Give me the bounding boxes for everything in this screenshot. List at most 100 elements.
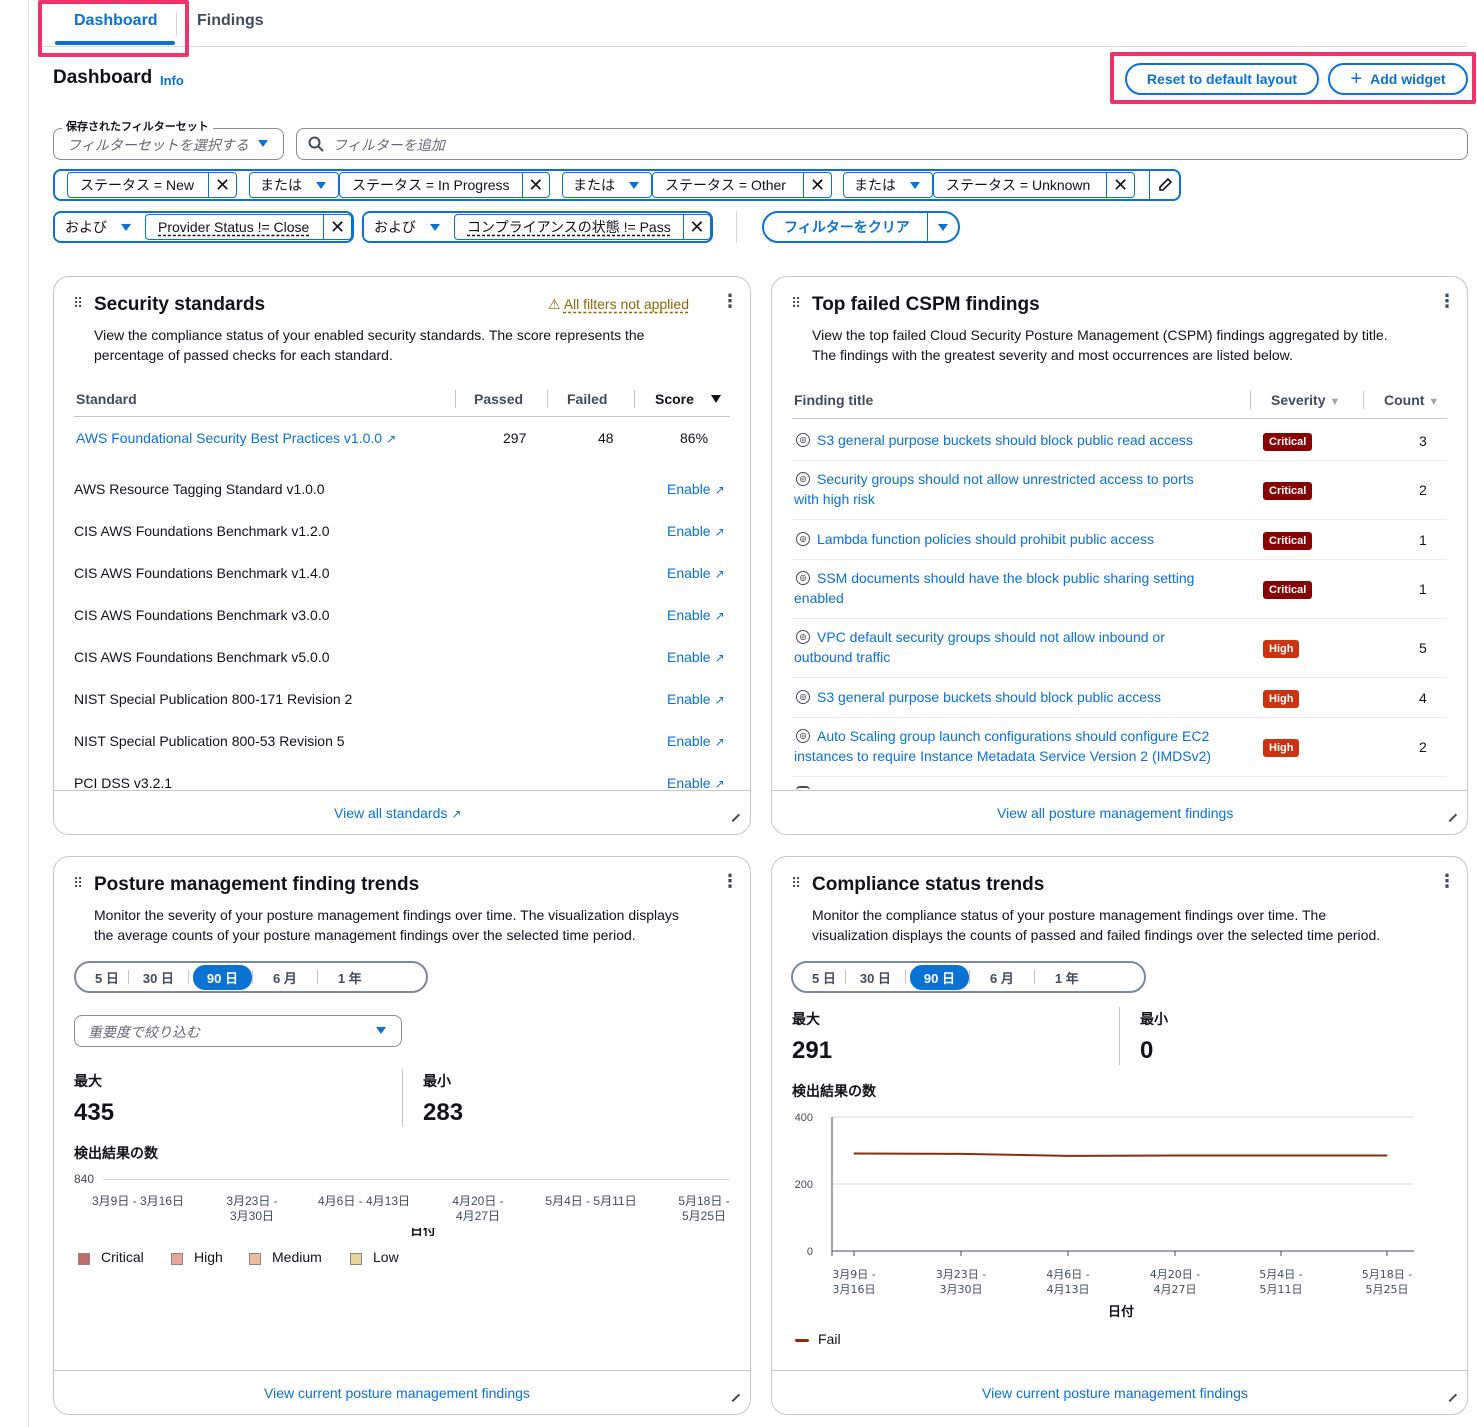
drag-handle-icon[interactable]: ⠿ xyxy=(73,296,83,310)
range-option-selected[interactable]: 90 日 xyxy=(192,964,252,990)
enable-label: Enable xyxy=(667,607,711,623)
range-option[interactable]: 1 年 xyxy=(1035,968,1099,987)
finding-title-link[interactable]: Auto Scaling group launch configurations… xyxy=(817,728,1209,744)
finding-title-link-cont[interactable]: enabled xyxy=(794,590,844,606)
range-option[interactable]: 30 日 xyxy=(846,968,905,987)
legend-label: Critical xyxy=(101,1249,144,1265)
enable-link[interactable]: Enable ↗ xyxy=(667,733,725,749)
finding-count: 5 xyxy=(1419,640,1427,656)
close-icon[interactable]: ✕ xyxy=(1106,173,1134,197)
finding-title-link-cont[interactable]: instances to require Instance Metadata S… xyxy=(794,748,1211,764)
description-line: Monitor the compliance status of your po… xyxy=(812,907,1327,923)
description-line: visualization displays the counts of pas… xyxy=(812,927,1381,943)
tab-findings[interactable]: Findings xyxy=(197,12,264,30)
finding-title-link[interactable]: Security groups should not allow unrestr… xyxy=(817,471,1194,487)
close-icon[interactable]: ✕ xyxy=(208,173,236,197)
more-options-icon[interactable]: ⋮ xyxy=(721,872,739,890)
close-icon[interactable]: ✕ xyxy=(521,173,549,197)
more-options-icon[interactable]: ⋮ xyxy=(721,292,739,310)
drag-handle-icon[interactable]: ⠿ xyxy=(73,876,83,890)
operator-select[interactable]: および xyxy=(55,214,145,240)
enable-link[interactable]: Enable ↗ xyxy=(667,691,725,707)
column-header-count[interactable]: Count ▼ xyxy=(1384,392,1439,408)
range-option[interactable]: 1 年 xyxy=(318,968,382,987)
standard-link[interactable]: AWS Foundational Security Best Practices… xyxy=(76,430,396,446)
more-options-icon[interactable]: ⋮ xyxy=(1438,872,1456,890)
card-footer-divider xyxy=(772,790,1467,791)
drag-handle-icon[interactable]: ⠿ xyxy=(791,296,801,310)
enable-link[interactable]: Enable ↗ xyxy=(667,775,725,791)
severity-filter-placeholder: 重要度で絞り込む xyxy=(88,1024,200,1040)
finding-title-link[interactable]: Lambda function policies should prohibit… xyxy=(817,531,1154,547)
view-all-posture-findings-link[interactable]: View all posture management findings xyxy=(997,805,1233,821)
edit-icon[interactable] xyxy=(1157,177,1173,193)
max-label: 最大 xyxy=(74,1073,102,1089)
operator-select[interactable]: または xyxy=(249,172,339,198)
warning-indicator[interactable]: ⚠ All filters not applied xyxy=(548,296,689,313)
close-icon[interactable]: ✕ xyxy=(323,215,351,239)
range-option-selected[interactable]: 90 日 xyxy=(909,964,969,990)
standard-name: CIS AWS Foundations Benchmark v3.0.0 xyxy=(74,607,330,623)
view-current-findings-link[interactable]: View current posture management findings xyxy=(264,1385,530,1401)
card-title: Posture management finding trends xyxy=(94,874,420,895)
range-option[interactable]: 30 日 xyxy=(129,968,188,987)
clear-filters-button[interactable]: フィルターをクリア xyxy=(762,211,960,243)
enable-link[interactable]: Enable ↗ xyxy=(667,649,725,665)
operator-select[interactable]: および xyxy=(364,214,454,240)
card-description: View the top failed Cloud Security Postu… xyxy=(812,325,1388,365)
time-range-segmented-control[interactable]: 5 日 30 日 90 日 6 月 1 年 xyxy=(791,961,1146,993)
standard-name: PCI DSS v3.2.1 xyxy=(74,775,173,791)
sort-desc-icon[interactable] xyxy=(711,395,721,403)
range-option[interactable]: 6 月 xyxy=(253,968,317,987)
range-option[interactable]: 5 日 xyxy=(86,968,128,987)
range-option[interactable]: 6 月 xyxy=(970,968,1034,987)
drag-handle-icon[interactable]: ⠿ xyxy=(791,876,801,890)
finding-title-link-cont[interactable]: with high risk xyxy=(794,491,875,507)
filter-token[interactable]: ステータス = Other ✕ xyxy=(652,172,832,198)
time-range-segmented-control[interactable]: 5 日 30 日 90 日 6 月 1 年 xyxy=(74,961,428,993)
column-header-severity[interactable]: Severity ▼ xyxy=(1271,392,1340,408)
finding-title-link[interactable]: SSM documents should have the block publ… xyxy=(817,570,1194,586)
data-point xyxy=(1174,1155,1176,1157)
enable-link[interactable]: Enable ↗ xyxy=(667,607,725,623)
row-divider xyxy=(792,460,1447,461)
globe-icon: ◎ xyxy=(796,690,810,704)
x-axis-tick-label: 5月18日 -5月25日 xyxy=(678,1194,730,1223)
column-header-score[interactable]: Score xyxy=(655,391,694,407)
external-link-icon: ↗ xyxy=(714,525,725,539)
filterset-label: 保存されたフィルターセット xyxy=(62,118,213,134)
operator-select[interactable]: または xyxy=(562,172,652,198)
view-current-findings-link[interactable]: View current posture management findings xyxy=(982,1385,1248,1401)
search-input[interactable] xyxy=(296,128,1468,160)
view-all-standards-link[interactable]: View all standards ↗ xyxy=(334,805,461,821)
enable-link[interactable]: Enable ↗ xyxy=(667,523,725,539)
finding-title-link-cont[interactable]: outbound traffic xyxy=(794,649,890,665)
divider xyxy=(736,211,737,243)
range-option[interactable]: 5 日 xyxy=(803,968,845,987)
row-divider xyxy=(792,559,1447,560)
close-icon[interactable]: ✕ xyxy=(682,215,710,239)
legend-swatch xyxy=(171,1253,183,1265)
more-options-icon[interactable]: ⋮ xyxy=(1438,292,1456,310)
enable-link[interactable]: Enable ↗ xyxy=(667,565,725,581)
filter-token[interactable]: コンプライアンスの状態 != Pass ✕ xyxy=(454,214,711,240)
left-rule xyxy=(28,0,29,1427)
card-footer-divider xyxy=(54,1370,750,1371)
column-separator xyxy=(547,390,548,408)
finding-title-link[interactable]: VPC default security groups should not a… xyxy=(817,629,1165,645)
filter-token[interactable]: Provider Status != Close ✕ xyxy=(145,214,352,240)
data-point xyxy=(1280,1155,1282,1157)
operator-select[interactable]: または xyxy=(843,172,933,198)
enable-link[interactable]: Enable ↗ xyxy=(667,481,725,497)
min-value: 283 xyxy=(423,1099,464,1126)
filter-token[interactable]: ステータス = New ✕ xyxy=(67,172,237,198)
chevron-down-icon[interactable] xyxy=(938,224,948,231)
x-axis-tick-label: 3月23日 -3月30日 xyxy=(936,1268,986,1296)
filter-token[interactable]: ステータス = Unknown ✕ xyxy=(933,172,1135,198)
filter-token[interactable]: ステータス = In Progress ✕ xyxy=(339,172,550,198)
chevron-down-icon xyxy=(629,181,639,189)
finding-title-link[interactable]: S3 general purpose buckets should block … xyxy=(817,689,1161,705)
info-link[interactable]: Info xyxy=(160,73,184,88)
finding-title-link[interactable]: S3 general purpose buckets should block … xyxy=(817,432,1193,448)
close-icon[interactable]: ✕ xyxy=(803,173,831,197)
